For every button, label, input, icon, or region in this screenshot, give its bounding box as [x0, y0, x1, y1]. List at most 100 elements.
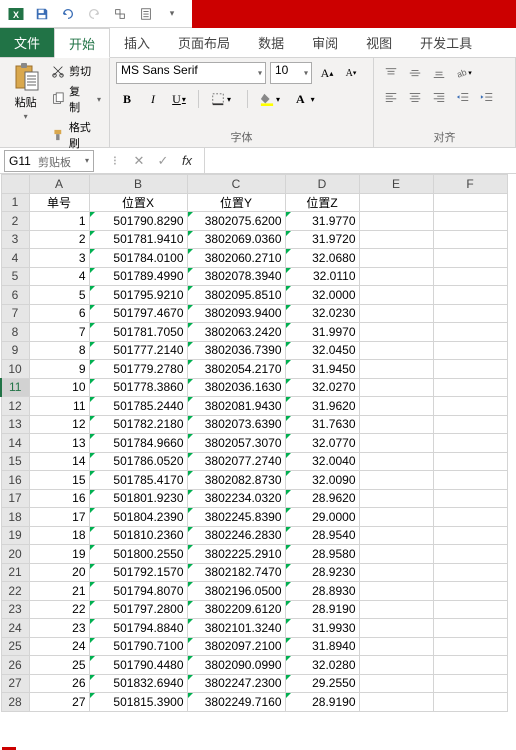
decrease-indent-button[interactable] — [452, 86, 474, 108]
cell[interactable]: 位置Z — [285, 193, 359, 212]
cell[interactable] — [433, 286, 507, 305]
cell[interactable]: 6 — [29, 304, 89, 323]
cell[interactable]: 3802093.9400 — [187, 304, 285, 323]
cell[interactable]: 3802095.8510 — [187, 286, 285, 305]
cell[interactable] — [359, 212, 433, 231]
cell[interactable]: 单号 — [29, 193, 89, 212]
cell[interactable] — [359, 526, 433, 545]
cell[interactable]: 501801.9230 — [89, 489, 187, 508]
enter-formula-icon[interactable]: ✓ — [152, 151, 174, 171]
cell[interactable]: 31.9970 — [285, 323, 359, 342]
cell[interactable]: 32.0230 — [285, 304, 359, 323]
cell[interactable] — [359, 249, 433, 268]
row-header[interactable]: 16 — [1, 471, 29, 490]
cell[interactable]: 3802054.2170 — [187, 360, 285, 379]
more-icon[interactable] — [136, 4, 156, 24]
cell[interactable]: 501792.1570 — [89, 563, 187, 582]
cell[interactable]: 501778.3860 — [89, 378, 187, 397]
undo-icon[interactable] — [58, 4, 78, 24]
cell[interactable]: 501800.2550 — [89, 545, 187, 564]
paste-button[interactable]: 粘贴 ▾ — [6, 62, 45, 152]
cell[interactable]: 3802060.2710 — [187, 249, 285, 268]
cell[interactable]: 31.9620 — [285, 397, 359, 416]
font-color-button[interactable]: A ▾ — [292, 88, 324, 110]
cell[interactable]: 15 — [29, 471, 89, 490]
cell[interactable]: 501797.2800 — [89, 600, 187, 619]
cell[interactable] — [433, 193, 507, 212]
cell[interactable]: 31.9930 — [285, 619, 359, 638]
tab-developer[interactable]: 开发工具 — [406, 28, 486, 57]
cell[interactable]: 32.0110 — [285, 267, 359, 286]
cell[interactable]: 3802082.8730 — [187, 471, 285, 490]
cell[interactable] — [359, 378, 433, 397]
cell[interactable]: 3802069.0360 — [187, 230, 285, 249]
row-header[interactable]: 11 — [1, 378, 29, 397]
cell[interactable]: 32.0770 — [285, 434, 359, 453]
cell[interactable] — [433, 378, 507, 397]
cell[interactable] — [433, 489, 507, 508]
cell[interactable]: 26 — [29, 674, 89, 693]
row-header[interactable]: 24 — [1, 619, 29, 638]
cell[interactable] — [433, 526, 507, 545]
column-header-E[interactable]: E — [359, 175, 433, 194]
cell[interactable] — [359, 600, 433, 619]
cell[interactable]: 3802097.2100 — [187, 637, 285, 656]
cell[interactable]: 3802196.0500 — [187, 582, 285, 601]
cell[interactable]: 3802234.0320 — [187, 489, 285, 508]
cell[interactable]: 501797.4670 — [89, 304, 187, 323]
cell[interactable]: 3802036.1630 — [187, 378, 285, 397]
cell[interactable]: 3802057.3070 — [187, 434, 285, 453]
tab-data[interactable]: 数据 — [244, 28, 298, 57]
cell[interactable] — [433, 582, 507, 601]
italic-button[interactable]: I — [142, 88, 164, 110]
bold-button[interactable]: B — [116, 88, 138, 110]
formula-input[interactable] — [205, 150, 516, 172]
column-header-F[interactable]: F — [433, 175, 507, 194]
cell[interactable] — [433, 230, 507, 249]
cell[interactable]: 501789.4990 — [89, 267, 187, 286]
cell[interactable]: 31.9450 — [285, 360, 359, 379]
cell[interactable]: 12 — [29, 415, 89, 434]
cell[interactable]: 32.0280 — [285, 656, 359, 675]
cell[interactable] — [359, 230, 433, 249]
column-header-D[interactable]: D — [285, 175, 359, 194]
cell[interactable] — [433, 637, 507, 656]
cell[interactable]: 29.2550 — [285, 674, 359, 693]
font-name-select[interactable]: MS Sans Serif ▾ — [116, 62, 266, 84]
cut-button[interactable]: 剪切 — [49, 62, 103, 80]
cell[interactable] — [433, 452, 507, 471]
cell[interactable] — [359, 397, 433, 416]
cell[interactable] — [359, 267, 433, 286]
cell[interactable]: 3802246.2830 — [187, 526, 285, 545]
cell[interactable]: 3802078.3940 — [187, 267, 285, 286]
tab-review[interactable]: 审阅 — [298, 28, 352, 57]
column-header-A[interactable]: A — [29, 175, 89, 194]
cell[interactable]: 4 — [29, 267, 89, 286]
cell[interactable]: 501777.2140 — [89, 341, 187, 360]
cell[interactable]: 501794.8070 — [89, 582, 187, 601]
cell[interactable]: 28.8930 — [285, 582, 359, 601]
cell[interactable]: 501779.2780 — [89, 360, 187, 379]
cell[interactable]: 3802075.6200 — [187, 212, 285, 231]
cell[interactable]: 3802081.9430 — [187, 397, 285, 416]
align-middle-button[interactable] — [404, 62, 426, 84]
cell[interactable]: 31.9770 — [285, 212, 359, 231]
formula-expand-icon[interactable]: ⁝ — [104, 151, 126, 171]
cell[interactable]: 31.8940 — [285, 637, 359, 656]
align-left-button[interactable] — [380, 86, 402, 108]
cell[interactable] — [433, 360, 507, 379]
row-header[interactable]: 22 — [1, 582, 29, 601]
cell[interactable] — [433, 267, 507, 286]
cell[interactable]: 3802077.2740 — [187, 452, 285, 471]
cell[interactable]: 20 — [29, 563, 89, 582]
row-header[interactable]: 23 — [1, 600, 29, 619]
row-header[interactable]: 28 — [1, 693, 29, 712]
cell[interactable] — [359, 563, 433, 582]
cell[interactable]: 8 — [29, 341, 89, 360]
cell[interactable]: 501795.9210 — [89, 286, 187, 305]
tab-view[interactable]: 视图 — [352, 28, 406, 57]
cell[interactable] — [433, 304, 507, 323]
row-header[interactable]: 27 — [1, 674, 29, 693]
row-header[interactable]: 2 — [1, 212, 29, 231]
name-box[interactable]: G11 ▾ — [4, 150, 94, 172]
